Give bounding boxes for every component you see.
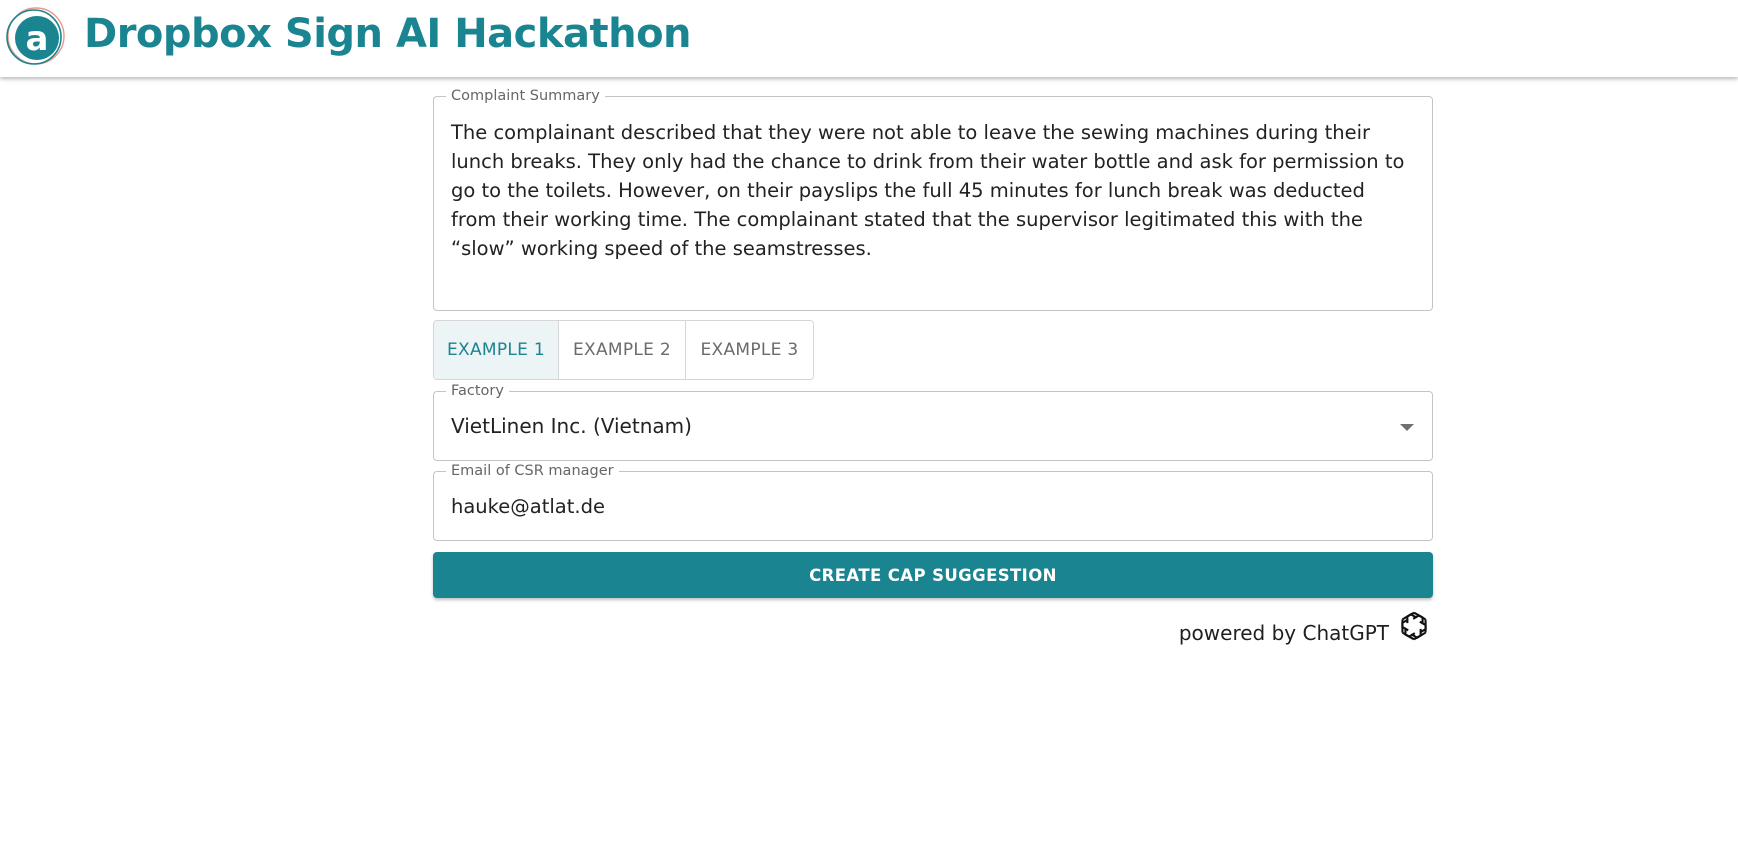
logo-letter: a bbox=[26, 19, 49, 59]
example-tabs: EXAMPLE 1 EXAMPLE 2 EXAMPLE 3 bbox=[433, 320, 814, 380]
tab-example-3[interactable]: EXAMPLE 3 bbox=[686, 321, 813, 379]
factory-value: VietLinen Inc. (Vietnam) bbox=[451, 414, 692, 438]
powered-by: powered by ChatGPT bbox=[433, 607, 1433, 649]
complaint-summary-label: Complaint Summary bbox=[446, 87, 605, 105]
factory-select[interactable]: Factory VietLinen Inc. (Vietnam) bbox=[433, 382, 1433, 461]
factory-label: Factory bbox=[446, 382, 509, 400]
cap-form: Complaint Summary The complainant descri… bbox=[433, 87, 1433, 649]
chevron-down-icon[interactable] bbox=[1400, 424, 1414, 431]
app-title: Dropbox Sign AI Hackathon bbox=[84, 11, 692, 57]
powered-by-text: powered by ChatGPT bbox=[1178, 621, 1389, 645]
complaint-summary-field[interactable]: Complaint Summary The complainant descri… bbox=[433, 87, 1433, 311]
email-field[interactable]: Email of CSR manager bbox=[433, 462, 1433, 541]
email-input[interactable] bbox=[451, 494, 1351, 518]
app-logo-icon: a bbox=[6, 7, 65, 65]
openai-logo-icon bbox=[1401, 611, 1427, 641]
complaint-summary-text[interactable]: The complainant described that they were… bbox=[451, 118, 1416, 263]
tab-example-2[interactable]: EXAMPLE 2 bbox=[559, 321, 686, 379]
email-label: Email of CSR manager bbox=[446, 462, 619, 480]
app-bar: a Dropbox Sign AI Hackathon bbox=[0, 0, 1738, 77]
tab-example-1[interactable]: EXAMPLE 1 bbox=[434, 321, 559, 379]
create-cap-suggestion-button[interactable]: CREATE CAP SUGGESTION bbox=[433, 552, 1433, 598]
